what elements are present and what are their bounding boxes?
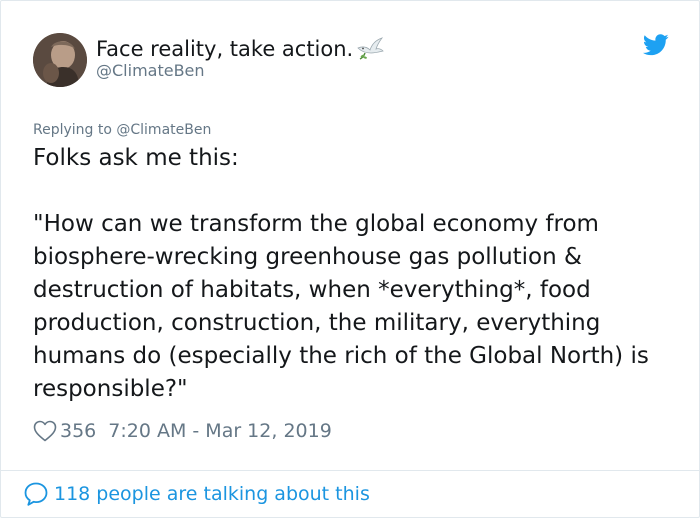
- dove-icon: [357, 37, 385, 60]
- author-name-text: Face reality, take action.: [96, 37, 354, 61]
- avatar-photo: [33, 33, 87, 87]
- tweet-timestamp[interactable]: 7:20 AM - Mar 12, 2019: [108, 420, 332, 442]
- author-display-name[interactable]: Face reality, take action.: [96, 34, 385, 62]
- like-count[interactable]: 356: [60, 420, 96, 442]
- divider: [1, 470, 699, 471]
- talking-about-label: 118 people are talking about this: [54, 483, 370, 505]
- speech-bubble-icon: [24, 482, 48, 506]
- avatar[interactable]: [33, 33, 87, 87]
- tweet-card: Face reality, take action. @ClimateBen R…: [0, 0, 700, 518]
- tweet-meta: 356 7:20 AM - Mar 12, 2019: [33, 417, 332, 445]
- tweet-text: Folks ask me this: "How can we transform…: [33, 145, 649, 402]
- author-handle[interactable]: @ClimateBen: [96, 61, 205, 81]
- heart-icon[interactable]: [33, 420, 57, 442]
- twitter-bird-icon[interactable]: [643, 34, 669, 56]
- talking-about-link[interactable]: 118 people are talking about this: [23, 481, 370, 507]
- reply-context[interactable]: Replying to @ClimateBen: [33, 121, 211, 139]
